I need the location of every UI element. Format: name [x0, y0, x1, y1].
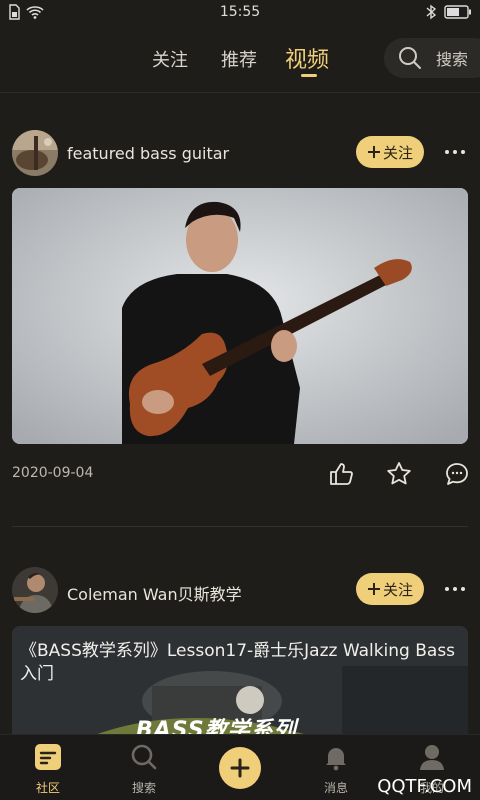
author-name[interactable]: Coleman Wan贝斯教学 — [67, 581, 242, 605]
favorite-star-icon[interactable] — [386, 461, 412, 487]
like-icon[interactable] — [328, 461, 354, 487]
top-nav: 关注 推荐 视频 搜索 — [0, 32, 480, 86]
nav-community[interactable]: 社区 — [18, 743, 78, 796]
status-bar: 15:55 — [0, 0, 480, 26]
search-button[interactable]: 搜索 — [384, 38, 480, 78]
bluetooth-icon — [426, 4, 436, 20]
bell-icon — [326, 748, 346, 771]
search-icon — [399, 47, 421, 69]
nav-label: 搜索 — [131, 781, 156, 795]
plus-icon — [367, 583, 380, 595]
watermark: QQTF.COM — [377, 776, 472, 797]
nav-search[interactable]: 搜索 — [114, 743, 174, 796]
avatar[interactable] — [12, 567, 58, 613]
author-name[interactable]: featured bass guitar — [67, 144, 229, 163]
plus-icon — [230, 758, 250, 778]
status-time: 15:55 — [219, 4, 261, 20]
active-tab-indicator — [301, 74, 317, 77]
follow-button[interactable]: 关注 — [356, 573, 424, 605]
battery-icon — [444, 5, 471, 19]
video-title: 《BASS教学系列》Lesson17-爵士乐Jazz Walking Bass入… — [20, 641, 456, 684]
nav-label: 社区 — [35, 781, 60, 795]
plus-icon — [367, 146, 380, 158]
more-options-icon[interactable] — [442, 142, 468, 162]
follow-label: 关注 — [382, 580, 413, 599]
post-header: Coleman Wan贝斯教学 关注 — [12, 567, 468, 615]
video-banner-text: BASS教学系列 — [136, 718, 297, 736]
comment-icon[interactable] — [444, 461, 470, 487]
video-thumbnail[interactable]: 《BASS教学系列》Lesson17-爵士乐Jazz Walking Bass入… — [12, 626, 468, 736]
create-post-button[interactable] — [219, 747, 261, 789]
tab-follow[interactable]: 关注 — [152, 46, 188, 72]
post-actions — [328, 461, 470, 487]
nav-label: 消息 — [323, 781, 348, 795]
nav-divider — [0, 92, 480, 93]
tab-recommend[interactable]: 推荐 — [221, 46, 257, 72]
profile-icon — [420, 745, 444, 770]
more-options-icon[interactable] — [442, 579, 468, 599]
tab-video[interactable]: 视频 — [285, 42, 329, 74]
search-icon — [131, 744, 157, 770]
status-right — [426, 4, 472, 20]
nav-messages[interactable]: 消息 — [306, 743, 366, 796]
post-divider — [12, 526, 468, 527]
follow-label: 关注 — [382, 143, 413, 162]
avatar[interactable] — [12, 130, 58, 176]
video-thumbnail[interactable] — [12, 188, 468, 444]
post-date: 2020-09-04 — [12, 465, 94, 481]
follow-button[interactable]: 关注 — [356, 136, 424, 168]
search-label: 搜索 — [436, 50, 469, 69]
post-header: featured bass guitar 关注 — [12, 130, 468, 178]
community-icon — [35, 744, 61, 770]
